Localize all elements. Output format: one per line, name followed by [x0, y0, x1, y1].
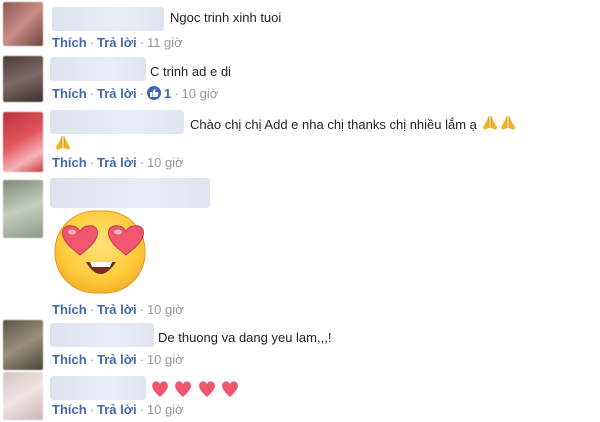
comment-time[interactable]: 10 giờ	[147, 352, 184, 367]
avatar[interactable]	[3, 112, 43, 172]
like-link[interactable]: Thích	[52, 352, 87, 367]
like-link[interactable]: Thích	[52, 86, 87, 101]
like-link[interactable]: Thích	[52, 155, 87, 170]
reply-link[interactable]: Trả lời	[97, 155, 137, 170]
folded-hands-emoji	[54, 135, 72, 156]
commenter-name[interactable]	[50, 178, 210, 208]
avatar[interactable]	[3, 56, 43, 102]
red-heart-icon	[199, 381, 215, 397]
comment-time[interactable]: 10 giờ	[182, 86, 219, 101]
like-link[interactable]: Thích	[52, 35, 87, 50]
comment-text: Ngoc trinh xinh tuoi	[170, 10, 282, 25]
reply-link[interactable]: Trả lời	[97, 302, 137, 317]
comment-actions: Thích · Trả lời · 10 giờ	[52, 352, 184, 367]
folded-hands-emoji	[481, 115, 499, 134]
heart-eyes-sticker[interactable]	[50, 208, 150, 296]
avatar[interactable]	[3, 180, 43, 238]
comment-text: De thuong va dang yeu lam,,,!	[158, 330, 332, 345]
like-link[interactable]: Thích	[52, 302, 87, 317]
commenter-name[interactable]	[50, 376, 146, 400]
commenter-name[interactable]	[52, 7, 164, 31]
avatar[interactable]	[3, 2, 43, 46]
like-reaction-icon[interactable]	[146, 86, 161, 100]
red-heart-icon	[175, 381, 192, 397]
avatar[interactable]	[3, 320, 43, 370]
comment-text-content: Chào chị chị Add e nha chị thanks chị nh…	[190, 117, 477, 132]
folded-hands-emoji	[499, 115, 517, 134]
commenter-name[interactable]	[50, 110, 184, 134]
comment-time[interactable]: 10 giờ	[147, 402, 184, 417]
comment-time[interactable]: 11 giờ	[147, 35, 183, 50]
comment-text: C trinh ad e di	[150, 64, 231, 79]
reply-link[interactable]: Trả lời	[97, 35, 137, 50]
reply-link[interactable]: Trả lời	[97, 352, 137, 367]
comment-time[interactable]: 10 giờ	[147, 302, 184, 317]
red-heart-icon	[222, 381, 239, 397]
comment-actions: Thích · Trả lời · 10 giờ	[52, 302, 184, 317]
reply-link[interactable]: Trả lời	[97, 402, 137, 417]
comment-actions: Thích · Trả lời · 10 giờ	[52, 402, 184, 417]
comment-time[interactable]: 10 giờ	[147, 155, 184, 170]
red-heart-icon	[152, 381, 168, 397]
comment-text: Chào chị chị Add e nha chị thanks chị nh…	[190, 115, 517, 134]
reply-link[interactable]: Trả lời	[97, 86, 137, 101]
like-link[interactable]: Thích	[52, 402, 87, 417]
commenter-name[interactable]	[50, 57, 146, 81]
commenter-name[interactable]	[50, 323, 154, 347]
comment-actions: Thích · Trả lời · 11 giờ	[52, 35, 183, 50]
hearts-emoji-row	[150, 379, 239, 404]
comment-actions: Thích · Trả lời · 1 · 10 giờ	[52, 86, 219, 101]
avatar[interactable]	[3, 372, 43, 420]
comment-actions: Thích · Trả lời · 10 giờ	[52, 155, 184, 170]
